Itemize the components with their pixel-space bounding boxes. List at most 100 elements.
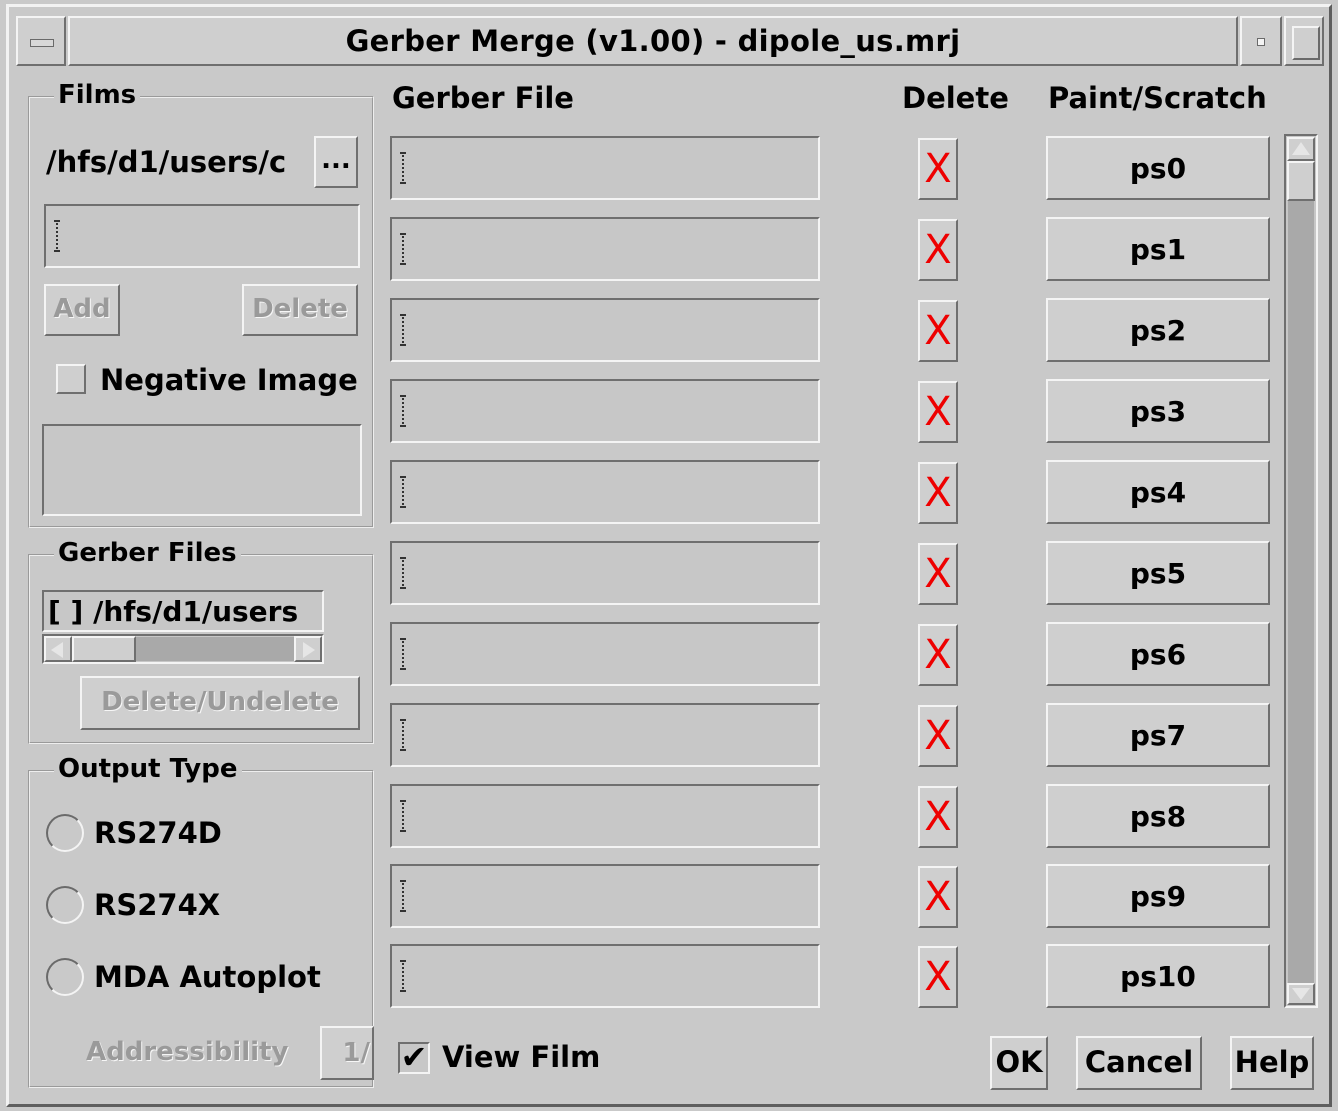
paint-scratch-button-10[interactable]: ps10: [1046, 944, 1270, 1008]
text-cursor-icon: [400, 314, 406, 346]
gerber-file-field-2[interactable]: [390, 298, 820, 362]
help-button[interactable]: Help: [1230, 1036, 1314, 1090]
scroll-down-button[interactable]: [1287, 983, 1315, 1005]
gerber-file-field-1[interactable]: [390, 217, 820, 281]
vscroll-trough[interactable]: [1288, 201, 1314, 983]
paint-scratch-button-1[interactable]: ps1: [1046, 217, 1270, 281]
red-x-icon: X: [924, 794, 952, 840]
gerber-file-header: Gerber File: [392, 81, 574, 115]
paint-scratch-button-2[interactable]: ps2: [1046, 298, 1270, 362]
title-bar[interactable]: Gerber Merge (v1.00) - dipole_us.mrj: [68, 16, 1238, 66]
paint-scratch-button-4[interactable]: ps4: [1046, 460, 1270, 524]
paint-scratch-button-3[interactable]: ps3: [1046, 379, 1270, 443]
delete-toggle-1[interactable]: X: [918, 219, 958, 281]
gerber-file-entry[interactable]: [ ] /hfs/d1/users: [44, 595, 298, 628]
text-cursor-icon: [400, 152, 406, 184]
gerber-file-field-10[interactable]: [390, 944, 820, 1008]
red-x-icon: X: [924, 146, 952, 192]
scroll-right-button[interactable]: [294, 636, 322, 662]
red-x-icon: X: [924, 389, 952, 435]
radio-mda-autoplot[interactable]: [46, 958, 84, 996]
delete-toggle-5[interactable]: X: [918, 543, 958, 605]
delete-toggle-8[interactable]: X: [918, 786, 958, 848]
text-cursor-icon: [400, 638, 406, 670]
text-cursor-icon: [400, 719, 406, 751]
output-type-group-title: Output Type: [54, 754, 242, 784]
minimize-icon: [1257, 38, 1265, 46]
delete-toggle-0[interactable]: X: [918, 138, 958, 200]
hscroll-trough[interactable]: [136, 637, 294, 661]
ok-button[interactable]: OK: [990, 1036, 1048, 1090]
text-cursor-icon: [400, 395, 406, 427]
radio-rs274d[interactable]: [46, 814, 84, 852]
paint-scratch-button-7[interactable]: ps7: [1046, 703, 1270, 767]
text-cursor-icon: [400, 880, 406, 912]
gerber-file-field-5[interactable]: [390, 541, 820, 605]
red-x-icon: X: [924, 954, 952, 1000]
gerber-files-group-title: Gerber Files: [54, 538, 241, 568]
maximize-icon: [1292, 26, 1320, 60]
delete-toggle-9[interactable]: X: [918, 866, 958, 928]
gerber-file-field-7[interactable]: [390, 703, 820, 767]
hscroll-thumb[interactable]: [72, 636, 136, 662]
gerber-files-list[interactable]: [ ] /hfs/d1/users: [42, 590, 324, 632]
paint-scratch-button-5[interactable]: ps5: [1046, 541, 1270, 605]
minimize-button[interactable]: [1240, 16, 1282, 66]
addressibility-selector[interactable]: 1/: [320, 1026, 374, 1080]
text-cursor-icon: [400, 960, 406, 992]
arrow-up-icon: [1292, 142, 1310, 155]
radio-mda-autoplot-label: MDA Autoplot: [94, 960, 321, 994]
paint-scratch-button-9[interactable]: ps9: [1046, 864, 1270, 928]
window-menu-icon: [30, 39, 54, 47]
maximize-button[interactable]: [1284, 16, 1324, 66]
films-delete-button[interactable]: Delete: [242, 284, 358, 336]
films-list[interactable]: [42, 424, 362, 516]
red-x-icon: X: [924, 470, 952, 516]
radio-rs274x-label: RS274X: [94, 888, 221, 922]
view-film-label: View Film: [442, 1040, 601, 1074]
gerber-file-field-8[interactable]: [390, 784, 820, 848]
delete-toggle-7[interactable]: X: [918, 705, 958, 767]
negative-image-checkbox[interactable]: [56, 364, 86, 394]
cancel-button[interactable]: Cancel: [1076, 1036, 1202, 1090]
text-cursor-icon: [400, 476, 406, 508]
gerber-file-field-3[interactable]: [390, 379, 820, 443]
films-browse-button[interactable]: ...: [314, 136, 358, 188]
paint-scratch-button-8[interactable]: ps8: [1046, 784, 1270, 848]
text-cursor-icon: [400, 233, 406, 265]
red-x-icon: X: [924, 632, 952, 678]
paint-scratch-button-0[interactable]: ps0: [1046, 136, 1270, 200]
gerber-file-field-0[interactable]: [390, 136, 820, 200]
radio-rs274x[interactable]: [46, 886, 84, 924]
paint-scratch-button-6[interactable]: ps6: [1046, 622, 1270, 686]
delete-toggle-4[interactable]: X: [918, 462, 958, 524]
red-x-icon: X: [924, 874, 952, 920]
view-film-checkbox[interactable]: ✔: [398, 1038, 430, 1076]
delete-toggle-10[interactable]: X: [918, 946, 958, 1008]
films-add-button[interactable]: Add: [44, 284, 120, 336]
scroll-left-button[interactable]: [44, 636, 72, 662]
delete-toggle-6[interactable]: X: [918, 624, 958, 686]
delete-toggle-3[interactable]: X: [918, 381, 958, 443]
films-directory-label: /hfs/d1/users/c: [46, 145, 287, 179]
negative-image-label: Negative Image: [100, 363, 358, 397]
gerber-file-field-9[interactable]: [390, 864, 820, 928]
films-input[interactable]: [44, 204, 360, 268]
gerber-file-field-6[interactable]: [390, 622, 820, 686]
addressibility-label: Addressibility: [86, 1037, 289, 1067]
text-cursor-icon: [400, 557, 406, 589]
radio-rs274d-label: RS274D: [94, 816, 222, 850]
window-title: Gerber Merge (v1.00) - dipole_us.mrj: [345, 24, 961, 58]
window-menu-button[interactable]: [16, 16, 66, 66]
text-cursor-icon: [54, 220, 60, 252]
films-group-title: Films: [54, 80, 141, 110]
red-x-icon: X: [924, 713, 952, 759]
scroll-up-button[interactable]: [1287, 137, 1315, 161]
delete-toggle-2[interactable]: X: [918, 300, 958, 362]
vscroll-thumb[interactable]: [1287, 161, 1315, 201]
delete-undelete-button[interactable]: Delete/Undelete: [80, 676, 360, 730]
arrow-right-icon: [303, 642, 315, 658]
red-x-icon: X: [924, 308, 952, 354]
checkmark-icon: ✔: [400, 1038, 428, 1076]
gerber-file-field-4[interactable]: [390, 460, 820, 524]
